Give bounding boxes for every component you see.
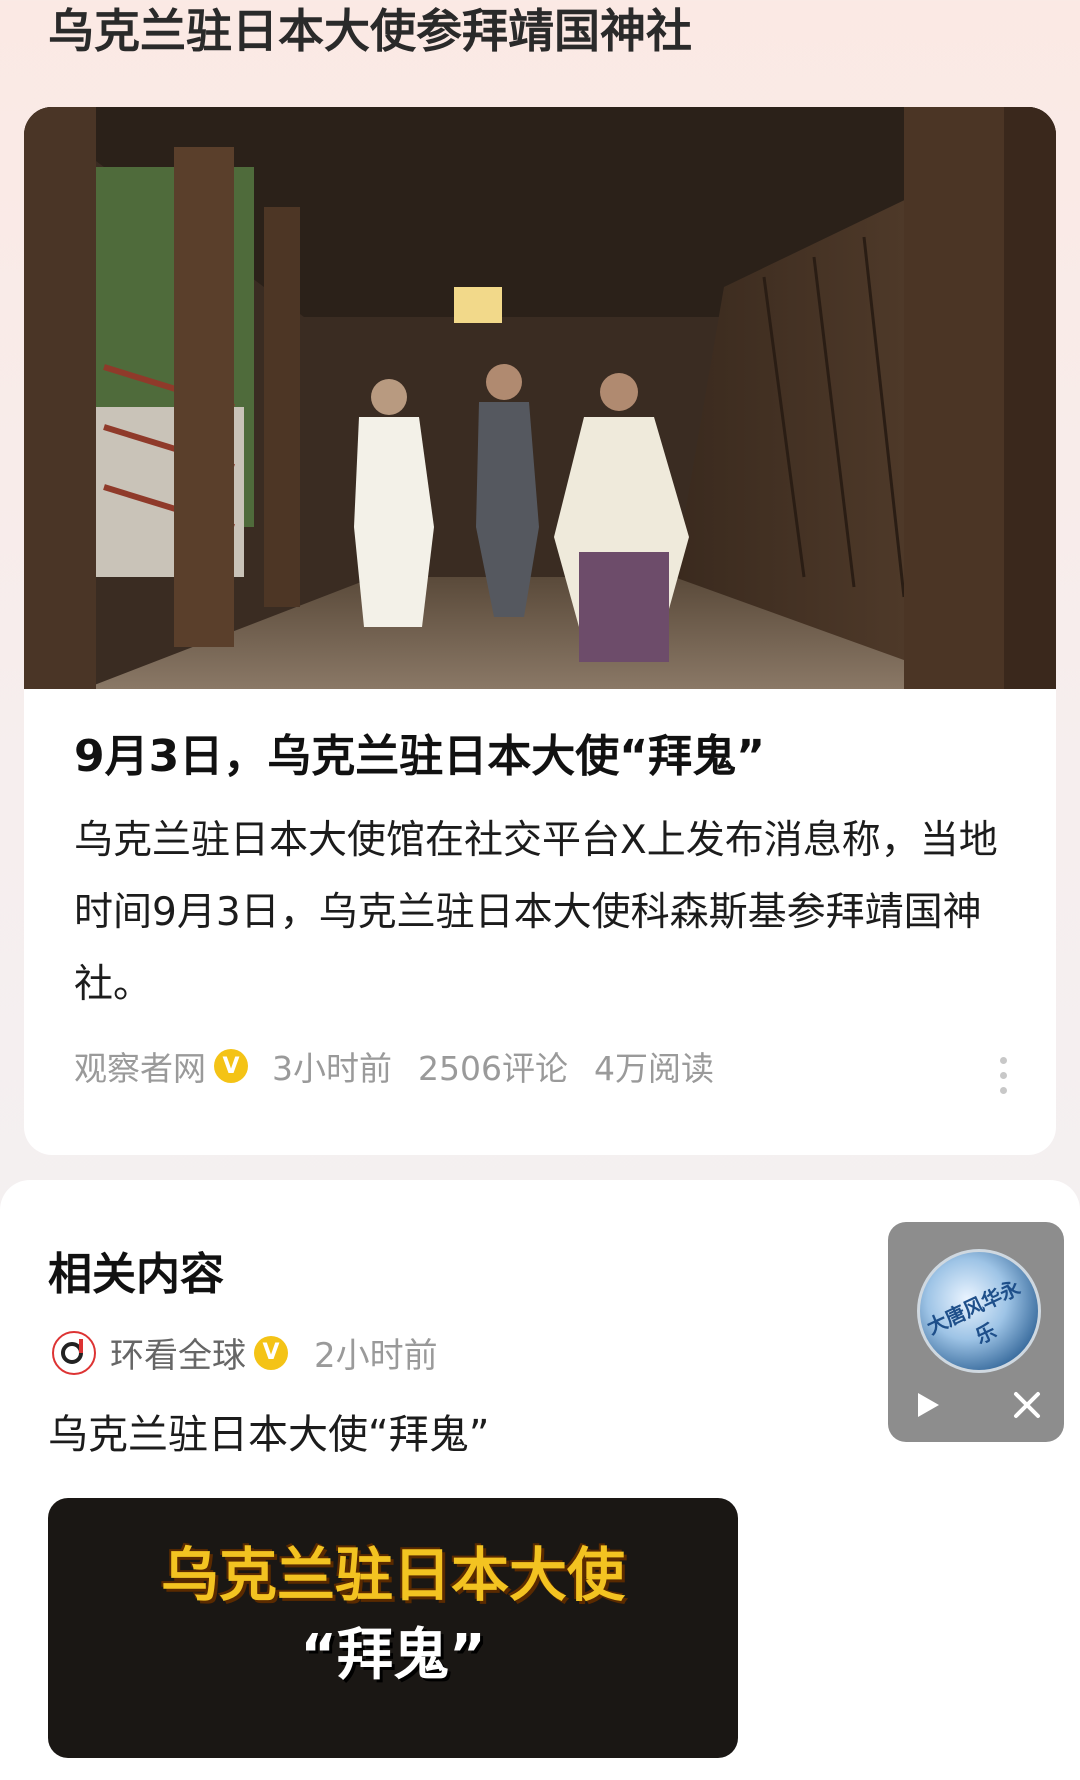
disc-label: 大唐风华永乐 bbox=[923, 1275, 1024, 1349]
close-icon[interactable] bbox=[1012, 1390, 1042, 1420]
related-headline[interactable]: 乌克兰驻日本大使“拜鬼” bbox=[48, 1402, 489, 1460]
more-icon[interactable] bbox=[1000, 1057, 1008, 1094]
floating-player[interactable]: 大唐风华永乐 bbox=[888, 1222, 1064, 1442]
related-title: 相关内容 bbox=[48, 1249, 224, 1300]
news-headline[interactable]: 9月3日，乌克兰驻日本大使“拜鬼” bbox=[74, 727, 1014, 787]
news-comments[interactable]: 2506评论 bbox=[418, 1042, 568, 1090]
thumbnail-caption-line2: “拜鬼” bbox=[300, 1623, 486, 1688]
verified-icon: V bbox=[214, 1049, 248, 1083]
related-meta: 环看全球 V 2小时前 bbox=[52, 1328, 438, 1377]
news-source[interactable]: 观察者网 bbox=[74, 1042, 206, 1090]
news-card[interactable]: 9月3日，乌克兰驻日本大使“拜鬼” 乌克兰驻日本大使馆在社交平台X上发布消息称，… bbox=[24, 107, 1056, 1155]
news-summary[interactable]: 乌克兰驻日本大使馆在社交平台X上发布消息称，当地时间9月3日，乌克兰驻日本大使科… bbox=[74, 805, 1014, 1021]
source-logo-icon[interactable] bbox=[52, 1330, 96, 1375]
play-icon[interactable] bbox=[912, 1390, 942, 1420]
thumbnail-caption-line1: 乌克兰驻日本大使 bbox=[160, 1541, 625, 1609]
related-source[interactable]: 环看全球 bbox=[110, 1328, 246, 1377]
verified-icon: V bbox=[254, 1335, 288, 1370]
news-reads: 4万阅读 bbox=[593, 1049, 714, 1088]
related-video-thumbnail[interactable]: 乌克兰驻日本大使 “拜鬼” bbox=[48, 1498, 738, 1758]
album-disc[interactable]: 大唐风华永乐 bbox=[917, 1249, 1041, 1373]
news-meta: 观察者网 V 3小时前 2506评论 4万阅读 bbox=[74, 1042, 740, 1090]
news-photo[interactable] bbox=[24, 107, 1056, 689]
news-time: 3小时前 bbox=[272, 1049, 392, 1088]
topic-title: 乌克兰驻日本大使参拜靖国神社 bbox=[48, 4, 692, 58]
related-time: 2小时前 bbox=[314, 1336, 438, 1376]
